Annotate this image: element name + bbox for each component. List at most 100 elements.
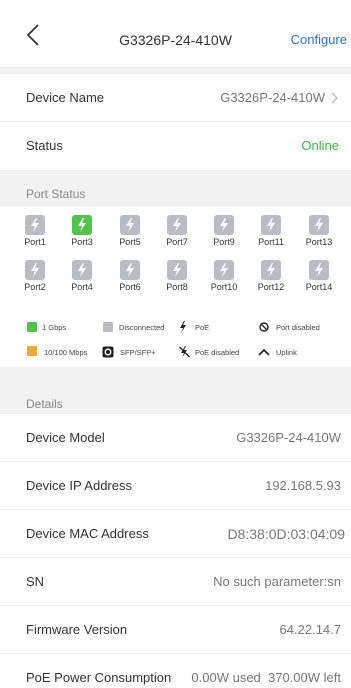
- poe-bolt-icon: [173, 263, 181, 277]
- detail-label: PoE Power Consumption: [26, 670, 172, 685]
- port-indicator: [25, 260, 45, 280]
- port-indicator: [167, 215, 187, 235]
- port-indicator: [167, 260, 187, 280]
- port-port1[interactable]: Port1: [15, 215, 55, 247]
- detail-value: 192.168.5.93: [265, 478, 341, 493]
- configure-button[interactable]: Configure: [291, 32, 347, 47]
- legend-disconnected-swatch: [103, 322, 113, 332]
- port-label: Port2: [24, 282, 46, 292]
- poe-bolt-icon: [173, 218, 181, 232]
- detail-row: Firmware Version 64.22.14.7: [0, 606, 351, 654]
- port-indicator: [261, 260, 281, 280]
- port-port2[interactable]: Port2: [15, 260, 55, 292]
- port-label: Port14: [305, 282, 333, 292]
- detail-label: Device Model: [26, 430, 105, 445]
- port-label: Port6: [119, 282, 141, 292]
- port-port10[interactable]: Port10: [204, 260, 244, 292]
- port-port13[interactable]: Port13: [299, 215, 339, 247]
- port-port3[interactable]: Port3: [62, 215, 102, 247]
- detail-value: No such parameter:sn: [213, 574, 341, 589]
- device-name-label: Device Name: [26, 90, 105, 105]
- port-indicator: [72, 260, 92, 280]
- port-port6[interactable]: Port6: [110, 260, 150, 292]
- port-disabled-icon: [259, 322, 269, 332]
- poe-bolt-icon: [78, 218, 86, 232]
- legend-1gbps-swatch: [27, 322, 37, 332]
- poe-icon: [180, 321, 186, 333]
- port-indicator: [72, 215, 92, 235]
- poe-bolt-icon: [78, 263, 86, 277]
- legend-poe-disabled-label: PoE disabled: [195, 348, 240, 357]
- poe-bolt-icon: [126, 263, 134, 277]
- port-indicator: [261, 215, 281, 235]
- port-label: Port5: [119, 237, 141, 247]
- port-label: Port11: [258, 237, 284, 247]
- status-row: Status Online: [0, 122, 351, 170]
- device-name-value: G3326P-24-410W: [220, 90, 325, 105]
- device-info-card: Device Name G3326P-24-410W Status Online: [0, 74, 351, 170]
- port-label: Port3: [71, 237, 93, 247]
- legend-1gbps-label: 1 Gbps: [42, 323, 67, 332]
- legend-mbps-label: 10/100 Mbps: [44, 348, 88, 357]
- detail-row: Device IP Address 192.168.5.93: [0, 462, 351, 510]
- status-label: Status: [26, 138, 63, 153]
- poe-disabled-icon: [179, 346, 190, 358]
- legend-port-disabled-label: Port disabled: [276, 323, 320, 332]
- port-port4[interactable]: Port4: [62, 260, 102, 292]
- detail-value: 64.22.14.7: [279, 622, 341, 637]
- detail-row: Device Model G3326P-24-410W: [0, 414, 351, 462]
- poe-bolt-icon: [315, 263, 323, 277]
- legend-mbps-swatch: [27, 346, 37, 356]
- port-label: Port1: [24, 237, 46, 247]
- port-port5[interactable]: Port5: [110, 215, 150, 247]
- legend-uplink-label: Uplink: [276, 348, 297, 357]
- poe-bolt-icon: [31, 263, 39, 277]
- detail-label: Device MAC Address: [26, 526, 149, 541]
- poe-bolt-icon: [267, 263, 275, 277]
- poe-bolt-icon: [31, 218, 39, 232]
- port-indicator: [309, 215, 329, 235]
- status-value: Online: [301, 138, 339, 153]
- port-label: Port12: [257, 282, 285, 292]
- detail-value: D8:38:0D:03:04:09: [227, 526, 345, 542]
- details-title: Details: [26, 397, 63, 411]
- header-bar: G3326P-24-410W Configure: [0, 0, 351, 68]
- port-label: Port10: [210, 282, 238, 292]
- port-port12[interactable]: Port12: [251, 260, 291, 292]
- legend-poe-label: PoE: [195, 323, 210, 332]
- port-label: Port4: [71, 282, 93, 292]
- detail-row: PoE Power Consumption 0.00W used 370.00W …: [0, 654, 351, 688]
- poe-bolt-icon: [315, 218, 323, 232]
- port-status-title: Port Status: [26, 187, 86, 201]
- legend-disconnected-label: Disconnected: [119, 323, 165, 332]
- detail-row: Device MAC Address D8:38:0D:03:04:09: [0, 510, 351, 558]
- port-indicator: [214, 215, 234, 235]
- port-port9[interactable]: Port9: [204, 215, 244, 247]
- port-port11[interactable]: Port11: [251, 215, 291, 247]
- port-indicator: [120, 260, 140, 280]
- poe-bolt-icon: [220, 218, 228, 232]
- port-port7[interactable]: Port7: [157, 215, 197, 247]
- poe-bolt-icon: [126, 218, 134, 232]
- legend-sfp-label: SFP/SFP+: [120, 348, 156, 357]
- port-label: Port7: [166, 237, 188, 247]
- port-indicator: [120, 215, 140, 235]
- port-indicator: [309, 260, 329, 280]
- port-indicator: [25, 215, 45, 235]
- port-port8[interactable]: Port8: [157, 260, 197, 292]
- detail-label: Firmware Version: [26, 622, 128, 637]
- port-port14[interactable]: Port14: [299, 260, 339, 292]
- detail-label: Device IP Address: [26, 478, 132, 493]
- uplink-icon: [258, 348, 270, 356]
- port-indicator: [214, 260, 234, 280]
- port-label: Port13: [305, 237, 333, 247]
- device-name-row[interactable]: Device Name G3326P-24-410W: [0, 74, 351, 122]
- sfp-icon: [102, 346, 114, 358]
- port-status-panel: 1 Gbps Disconnected PoE Port disabled 10…: [0, 207, 351, 367]
- poe-bolt-icon: [267, 218, 275, 232]
- details-card: Device Model G3326P-24-410W Device IP Addr…: [0, 414, 351, 688]
- port-label: Port9: [213, 237, 235, 247]
- detail-value: G3326P-24-410W: [236, 430, 341, 445]
- detail-value: 0.00W used 370.00W left: [191, 670, 341, 685]
- chevron-right-icon: [331, 92, 338, 104]
